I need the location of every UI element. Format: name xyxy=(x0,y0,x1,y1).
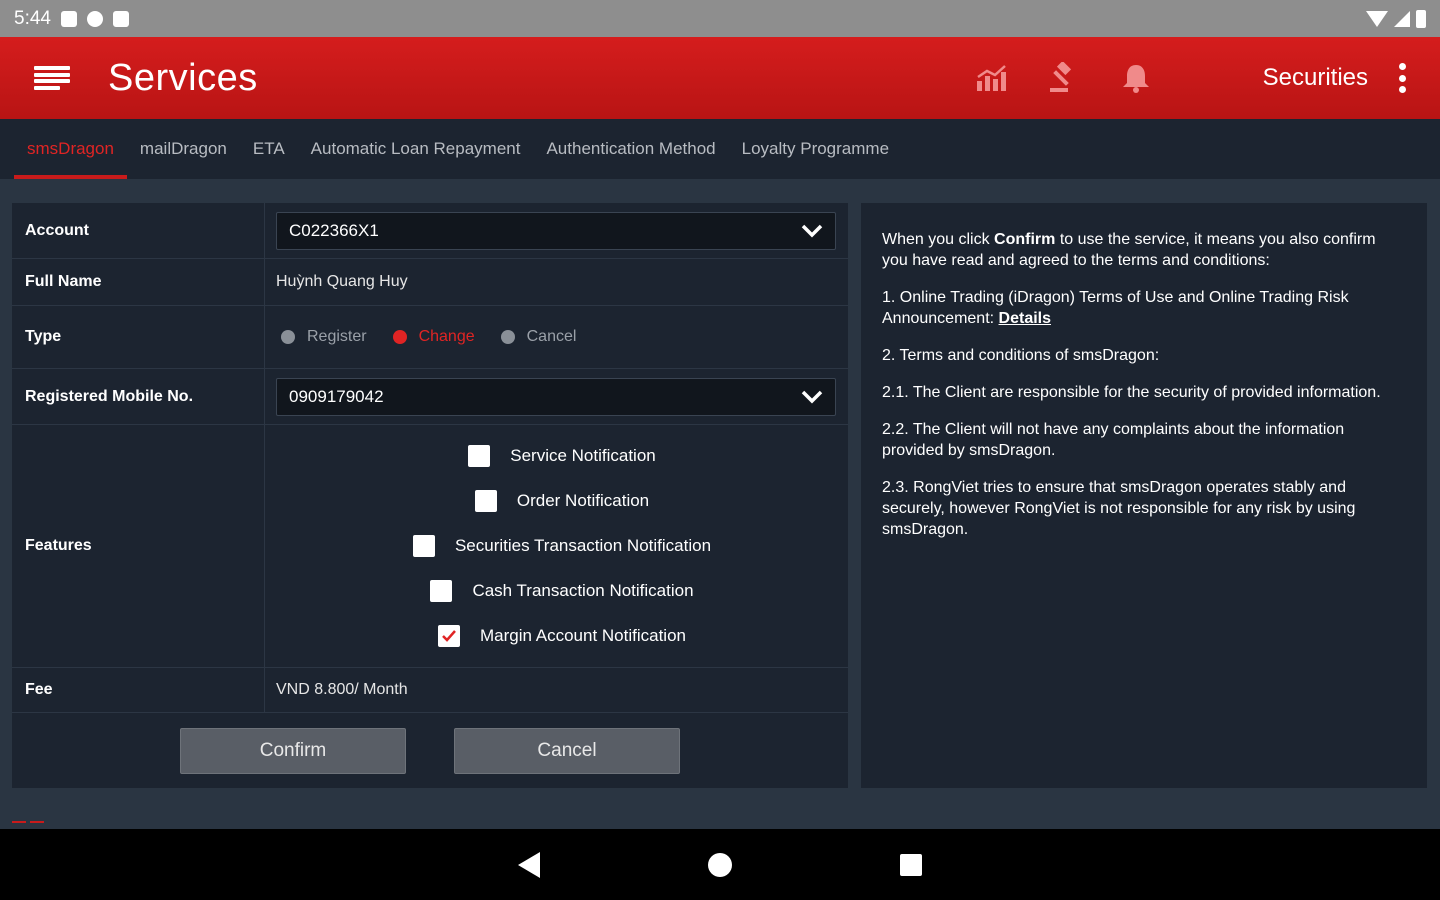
market-chart-icon[interactable] xyxy=(975,61,1009,95)
wifi-icon xyxy=(1366,10,1388,27)
radio-label: Change xyxy=(418,328,475,345)
terms-item-2-3: 2.3. RongViet tries to ensure that smsDr… xyxy=(882,479,1356,538)
tab-smsdragon[interactable]: smsDragon xyxy=(14,119,127,179)
full-name-value: Huỳnh Quang Huy xyxy=(276,273,408,290)
terms-confirm-word: Confirm xyxy=(994,231,1056,248)
checkbox-icon[interactable] xyxy=(468,445,491,467)
feature-label: Securities Transaction Notification xyxy=(454,536,712,555)
radio-label: Cancel xyxy=(526,328,577,345)
service-tabs: smsDragon mailDragon ETA Automatic Loan … xyxy=(0,119,1440,179)
feature-service-notification[interactable]: Service Notification xyxy=(468,434,656,479)
account-row: Account C022366X1 xyxy=(12,203,848,259)
checkbox-icon[interactable] xyxy=(430,580,453,602)
feature-margin-account-notification[interactable]: Margin Account Notification xyxy=(438,614,686,659)
terms-item-2-1: 2.1. The Client are responsible for the … xyxy=(882,384,1381,401)
full-name-row: Full Name Huỳnh Quang Huy xyxy=(12,259,848,306)
app-bar: Services Securities xyxy=(0,37,1440,119)
terms-panel: When you click Confirm to use the servic… xyxy=(861,203,1427,788)
feature-label: Service Notification xyxy=(510,446,656,465)
checkbox-icon[interactable] xyxy=(412,535,435,557)
home-icon[interactable] xyxy=(708,852,732,877)
type-radio-register[interactable]: Register xyxy=(281,328,367,346)
type-radio-change[interactable]: Change xyxy=(392,328,475,346)
feature-securities-transaction-notification[interactable]: Securities Transaction Notification xyxy=(412,524,712,569)
feature-label: Margin Account Notification xyxy=(480,626,686,645)
more-options-icon[interactable] xyxy=(1390,61,1414,95)
back-icon[interactable] xyxy=(518,851,540,878)
features-row: Features Service Notification Order Noti… xyxy=(12,425,848,668)
chevron-down-icon xyxy=(797,216,827,246)
scroll-indicator xyxy=(12,810,52,823)
terms-item-2: 2. Terms and conditions of smsDragon: xyxy=(882,347,1160,364)
terms-item-1-text: 1. Online Trading (iDragon) Terms of Use… xyxy=(882,289,1349,327)
cancel-button[interactable]: Cancel xyxy=(454,728,680,774)
tab-eta[interactable]: ETA xyxy=(240,119,298,179)
type-radio-cancel[interactable]: Cancel xyxy=(500,328,577,346)
feature-cash-transaction-notification[interactable]: Cash Transaction Notification xyxy=(430,569,694,614)
app-notification-icon xyxy=(86,10,103,27)
radio-dot-icon xyxy=(392,330,407,344)
feature-label: Order Notification xyxy=(516,491,650,510)
feature-order-notification[interactable]: Order Notification xyxy=(474,479,650,524)
recent-apps-icon[interactable] xyxy=(900,853,922,876)
tab-automatic-loan-repayment[interactable]: Automatic Loan Repayment xyxy=(298,119,534,179)
mobile-value: 0909179042 xyxy=(289,386,384,406)
checkbox-checked-icon[interactable] xyxy=(438,625,460,647)
checkbox-icon[interactable] xyxy=(474,490,497,512)
feature-label: Cash Transaction Notification xyxy=(472,581,694,600)
auction-gavel-icon[interactable] xyxy=(1047,61,1081,95)
confirm-button[interactable]: Confirm xyxy=(180,728,406,774)
mobile-select[interactable]: 0909179042 xyxy=(276,377,836,416)
account-label: Account xyxy=(12,203,265,258)
fee-label: Fee xyxy=(12,668,265,712)
radio-label: Register xyxy=(307,328,367,345)
fee-value: VND 8.800/ Month xyxy=(276,681,408,698)
sd-card-icon xyxy=(112,10,129,27)
account-value: C022366X1 xyxy=(289,220,379,240)
page-title: Services xyxy=(108,56,258,99)
tab-maildragon[interactable]: mailDragon xyxy=(127,119,240,179)
tab-authentication-method[interactable]: Authentication Method xyxy=(533,119,728,179)
mobile-row: Registered Mobile No. 0909179042 xyxy=(12,369,848,425)
notification-icon xyxy=(60,10,77,27)
account-select[interactable]: C022366X1 xyxy=(276,211,836,250)
signal-icon xyxy=(1394,10,1410,27)
bell-icon[interactable] xyxy=(1119,61,1153,95)
tab-loyalty-programme[interactable]: Loyalty Programme xyxy=(729,119,902,179)
chevron-down-icon xyxy=(797,382,827,412)
mobile-label: Registered Mobile No. xyxy=(12,369,265,424)
radio-dot-icon xyxy=(281,330,295,344)
features-label: Features xyxy=(12,425,265,667)
system-nav-bar xyxy=(0,829,1440,900)
terms-intro-text: When you click xyxy=(882,231,990,248)
radio-dot-icon xyxy=(500,330,515,344)
menu-icon[interactable] xyxy=(34,63,70,93)
full-name-label: Full Name xyxy=(12,259,265,305)
fee-row: Fee VND 8.800/ Month xyxy=(12,668,848,713)
form-actions: Confirm Cancel xyxy=(12,713,848,789)
terms-item-2-2: 2.2. The Client will not have any compla… xyxy=(882,421,1345,459)
details-link[interactable]: Details xyxy=(999,310,1051,327)
registration-form: Account C022366X1 Full Name Huỳnh Quang … xyxy=(12,203,848,788)
terms-item-1: 1. Online Trading (iDragon) Terms of Use… xyxy=(882,287,1405,329)
status-bar: 5:44 xyxy=(0,0,1440,37)
type-label: Type xyxy=(12,306,265,368)
terms-intro: When you click Confirm to use the servic… xyxy=(882,229,1405,271)
type-row: Type Register Change Cancel xyxy=(12,306,848,369)
securities-label[interactable]: Securities xyxy=(1263,64,1368,92)
status-time: 5:44 xyxy=(14,7,51,29)
battery-icon xyxy=(1416,9,1426,28)
